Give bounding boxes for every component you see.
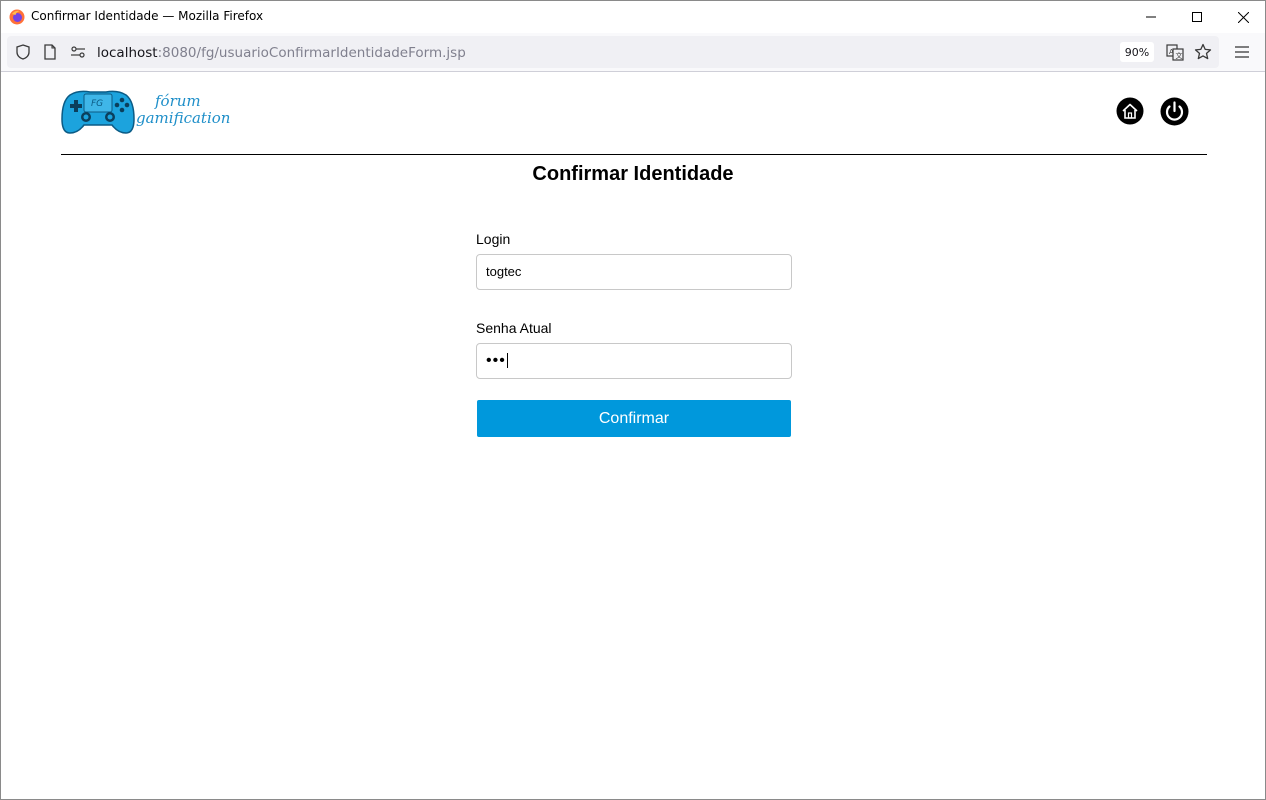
window-title: Confirmar Identidade — Mozilla Firefox xyxy=(31,9,264,23)
confirm-button[interactable]: Confirmar xyxy=(477,400,791,437)
logo-line-forum: fórum xyxy=(155,92,201,110)
confirm-identity-form: Login togtec Senha Atual ••• Confirmar xyxy=(476,231,793,437)
password-masked-value: ••• xyxy=(486,352,506,369)
gamepad-logo-icon: FG xyxy=(61,90,135,134)
logo-wordmark: fórum gamification xyxy=(136,93,230,127)
url-bar[interactable]: localhost:8080/fg/usuarioConfirmarIdenti… xyxy=(7,36,1219,68)
page-content: FG fórum gamification Confirmar Identida… xyxy=(1,73,1265,799)
tracking-shield-icon[interactable] xyxy=(13,42,33,62)
permissions-icon[interactable] xyxy=(68,42,88,62)
page-info-icon[interactable] xyxy=(40,42,60,62)
url-path: :8080/fg/usuarioConfirmarIdentidadeForm.… xyxy=(157,45,466,61)
minimize-button[interactable] xyxy=(1128,1,1174,33)
navigation-toolbar: localhost:8080/fg/usuarioConfirmarIdenti… xyxy=(1,33,1265,72)
password-label: Senha Atual xyxy=(476,320,552,336)
svg-text:FG: FG xyxy=(91,99,103,109)
url-text[interactable]: localhost:8080/fg/usuarioConfirmarIdenti… xyxy=(97,45,466,61)
zoom-level-button[interactable]: 90% xyxy=(1120,42,1154,62)
forum-gamification-logo[interactable]: FG fórum gamification xyxy=(60,87,230,135)
url-host: localhost xyxy=(97,45,158,61)
login-label: Login xyxy=(476,231,511,247)
hamburger-menu-icon xyxy=(1235,46,1249,58)
close-icon xyxy=(1237,11,1249,23)
close-button[interactable] xyxy=(1220,1,1266,33)
minimize-icon xyxy=(1146,16,1156,18)
logo-line-gamification: gamification xyxy=(136,109,231,127)
header-divider xyxy=(61,154,1207,155)
maximize-button[interactable] xyxy=(1174,1,1220,33)
text-caret xyxy=(506,353,508,369)
login-input[interactable]: togtec xyxy=(476,254,792,290)
maximize-icon xyxy=(1192,12,1202,22)
title-bar: Confirmar Identidade — Mozilla Firefox xyxy=(1,1,1265,33)
svg-text:A: A xyxy=(1169,48,1174,56)
firefox-icon xyxy=(9,9,25,25)
firefox-window: Confirmar Identidade — Mozilla Firefox l… xyxy=(0,0,1266,800)
page-title: Confirmar Identidade xyxy=(532,163,734,185)
power-logout-icon[interactable] xyxy=(1160,97,1189,126)
app-menu-button[interactable] xyxy=(1231,42,1253,62)
bookmark-star-icon[interactable] xyxy=(1193,42,1213,62)
svg-text:文: 文 xyxy=(1176,51,1183,60)
translate-icon[interactable]: A文 xyxy=(1165,42,1185,62)
password-input[interactable]: ••• xyxy=(476,343,792,379)
home-icon[interactable] xyxy=(1116,97,1144,125)
